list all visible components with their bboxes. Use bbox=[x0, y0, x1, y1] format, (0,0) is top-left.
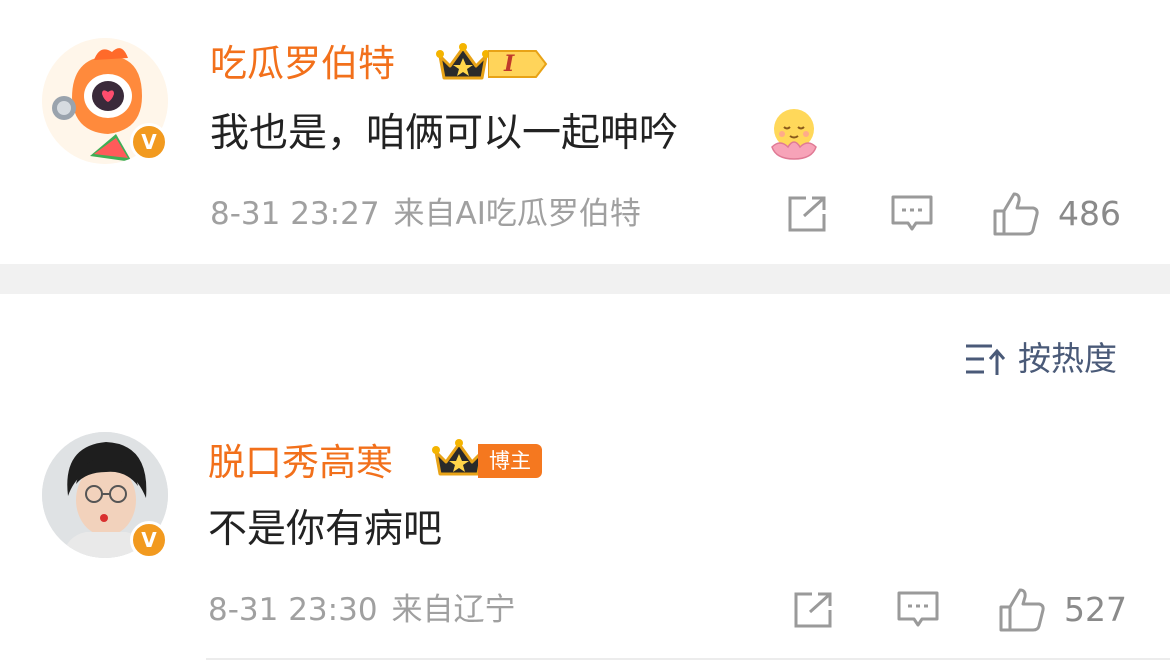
share-icon[interactable] bbox=[792, 591, 834, 629]
bottom-divider bbox=[206, 658, 1170, 660]
blogger-badge: 博主 bbox=[478, 444, 542, 478]
comment-item: V 脱口秀高寒 博主 不是你有病吧 8-31 23:30 来自辽宁 527 bbox=[0, 0, 1170, 661]
comment-meta: 8-31 23:30 来自辽宁 bbox=[208, 591, 516, 629]
comment-text: 不是你有病吧 bbox=[208, 507, 443, 552]
comment-source: 来自辽宁 bbox=[391, 592, 516, 628]
username[interactable]: 脱口秀高寒 bbox=[208, 441, 393, 485]
comment-icon[interactable] bbox=[896, 590, 940, 632]
verified-badge-icon: V bbox=[130, 521, 168, 559]
like-count: 527 bbox=[1064, 590, 1127, 629]
like-thumb-icon[interactable] bbox=[998, 587, 1046, 633]
comment-time: 8-31 23:30 bbox=[208, 592, 378, 628]
